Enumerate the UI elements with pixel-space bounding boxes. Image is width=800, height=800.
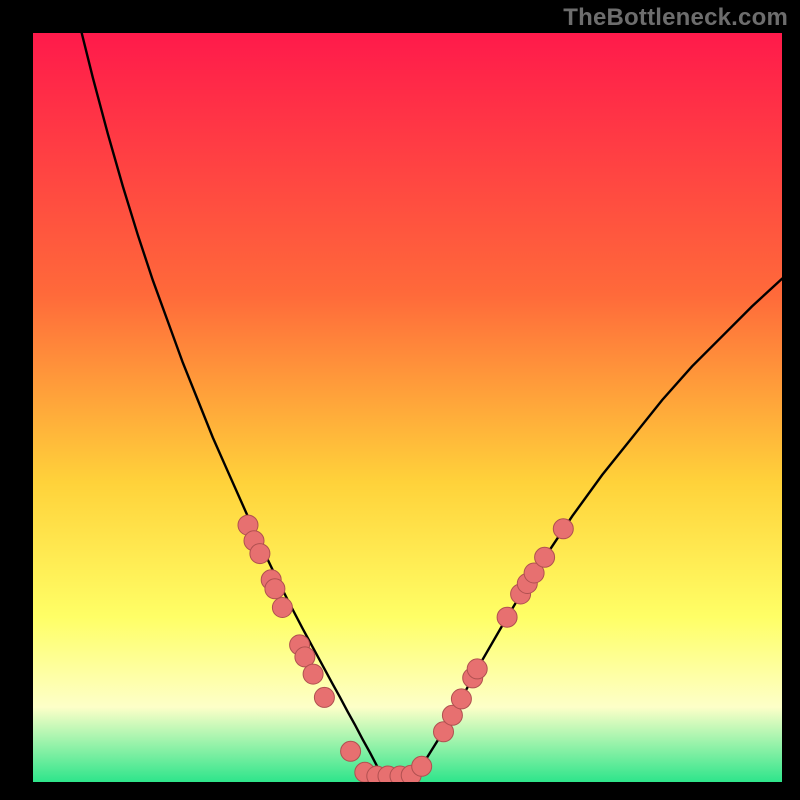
data-dot — [451, 689, 471, 709]
chart-background — [33, 33, 782, 782]
data-dot — [497, 607, 517, 627]
data-dot — [314, 687, 334, 707]
chart-svg — [33, 33, 782, 782]
data-dot — [250, 544, 270, 564]
data-dot — [467, 659, 487, 679]
attribution-label: TheBottleneck.com — [563, 4, 788, 32]
data-dot — [341, 741, 361, 761]
data-dot — [412, 756, 432, 776]
data-dot — [303, 664, 323, 684]
data-dot — [535, 547, 555, 567]
chart-frame: TheBottleneck.com — [0, 0, 800, 800]
data-dot — [553, 519, 573, 539]
data-dot — [265, 579, 285, 599]
chart-plot-area — [33, 33, 782, 782]
data-dot — [272, 598, 292, 618]
